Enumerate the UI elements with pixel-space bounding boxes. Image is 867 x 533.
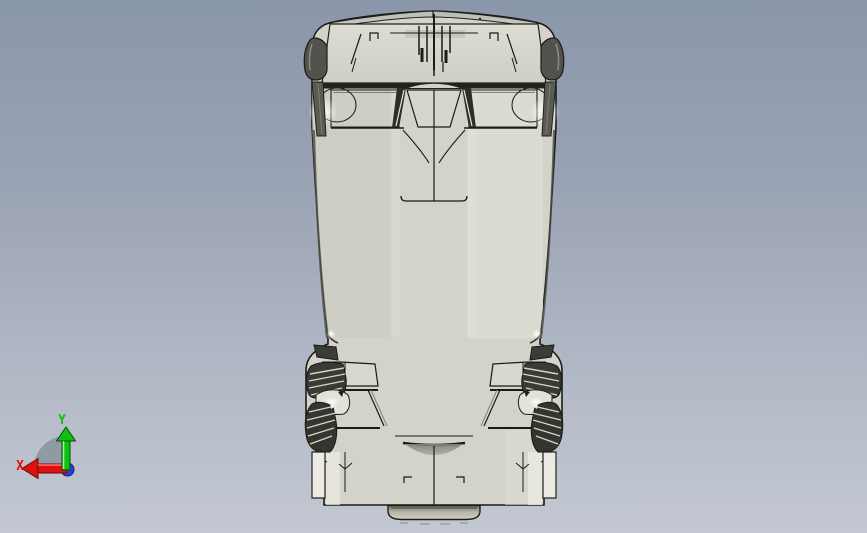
cad-viewport-canvas[interactable]: X Y [0, 0, 867, 533]
cad-viewport[interactable]: X Y [0, 0, 867, 533]
orientation-triad: X Y [16, 413, 77, 480]
y-axis-label: Y [58, 413, 66, 428]
car-model[interactable] [303, 10, 565, 525]
panel-dot [478, 17, 482, 21]
front-bumper [387, 504, 481, 525]
x-axis-label: X [16, 459, 24, 474]
